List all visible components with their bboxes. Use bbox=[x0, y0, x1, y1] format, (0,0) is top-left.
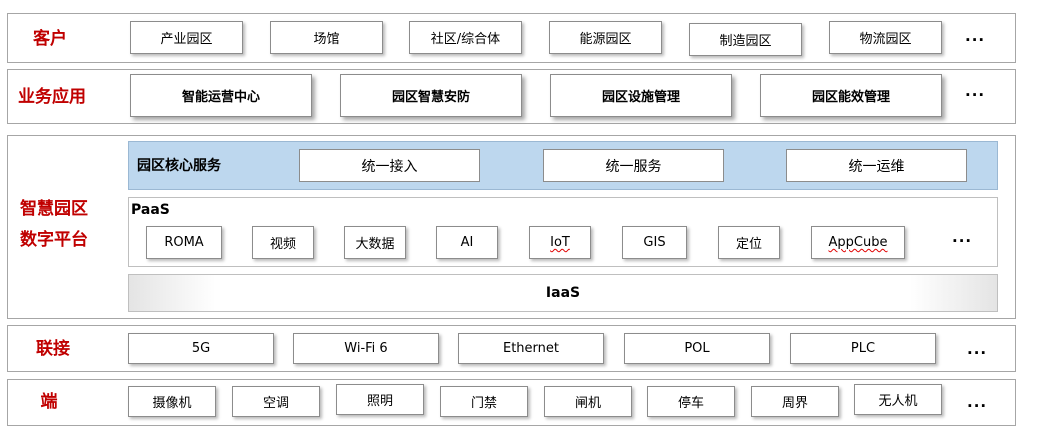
connectivity-item: 5G bbox=[128, 333, 274, 364]
connectivity-item: PLC bbox=[790, 333, 936, 364]
paas-item: 视频 bbox=[252, 226, 314, 259]
connectivity-item: POL bbox=[624, 333, 770, 364]
core-service-item: 统一接入 bbox=[299, 149, 480, 182]
paas-item: GIS bbox=[622, 226, 687, 259]
paas-item: 大数据 bbox=[344, 226, 406, 259]
endpoint-more: ... bbox=[967, 393, 988, 411]
customer-item: 社区/综合体 bbox=[409, 21, 522, 54]
endpoint-item: 门禁 bbox=[440, 386, 528, 417]
business-app-item: 园区能效管理 bbox=[760, 74, 942, 117]
platform-layer-title-line2: 数字平台 bbox=[20, 230, 88, 250]
endpoint-item: 闸机 bbox=[544, 386, 632, 417]
business-app-item: 园区设施管理 bbox=[550, 74, 732, 117]
endpoint-item: 周界 bbox=[751, 386, 839, 417]
customer-item: 能源园区 bbox=[549, 21, 662, 54]
endpoint-item: 无人机 bbox=[854, 384, 942, 415]
endpoint-item: 照明 bbox=[336, 384, 424, 415]
core-service-item: 统一服务 bbox=[543, 149, 724, 182]
customer-item: 物流园区 bbox=[829, 21, 942, 54]
business-app-layer-title: 业务应用 bbox=[18, 87, 86, 107]
customer-item: 制造园区 bbox=[689, 23, 802, 56]
connectivity-more: ... bbox=[967, 340, 988, 358]
paas-title: PaaS bbox=[131, 202, 170, 218]
iaas-panel: IaaS bbox=[128, 274, 998, 312]
core-services-title: 园区核心服务 bbox=[137, 158, 221, 174]
paas-more: ... bbox=[952, 228, 973, 246]
customer-layer-title: 客户 bbox=[33, 29, 67, 49]
paas-item: AI bbox=[436, 226, 498, 259]
business-app-more: ... bbox=[965, 82, 986, 100]
core-service-item: 统一运维 bbox=[786, 149, 967, 182]
business-app-item: 园区智慧安防 bbox=[340, 74, 522, 117]
customer-item: 场馆 bbox=[270, 21, 383, 54]
customer-more: ... bbox=[965, 27, 986, 45]
endpoint-item: 空调 bbox=[232, 386, 320, 417]
connectivity-layer-title: 联接 bbox=[36, 339, 70, 359]
business-app-item: 智能运营中心 bbox=[130, 74, 312, 117]
endpoint-item: 摄像机 bbox=[128, 386, 216, 417]
customer-item: 产业园区 bbox=[130, 21, 243, 54]
paas-item: IoT bbox=[529, 226, 591, 259]
endpoint-layer-title: 端 bbox=[40, 392, 58, 412]
connectivity-item: Wi-Fi 6 bbox=[293, 333, 439, 364]
paas-item-label: IoT bbox=[550, 235, 570, 250]
paas-item: ROMA bbox=[146, 226, 222, 259]
endpoint-item: 停车 bbox=[647, 386, 735, 417]
paas-item-label: AppCube bbox=[828, 235, 888, 250]
platform-layer-title-line1: 智慧园区 bbox=[20, 199, 88, 219]
connectivity-item: Ethernet bbox=[458, 333, 604, 364]
paas-item: 定位 bbox=[718, 226, 780, 259]
paas-item: AppCube bbox=[811, 226, 905, 259]
